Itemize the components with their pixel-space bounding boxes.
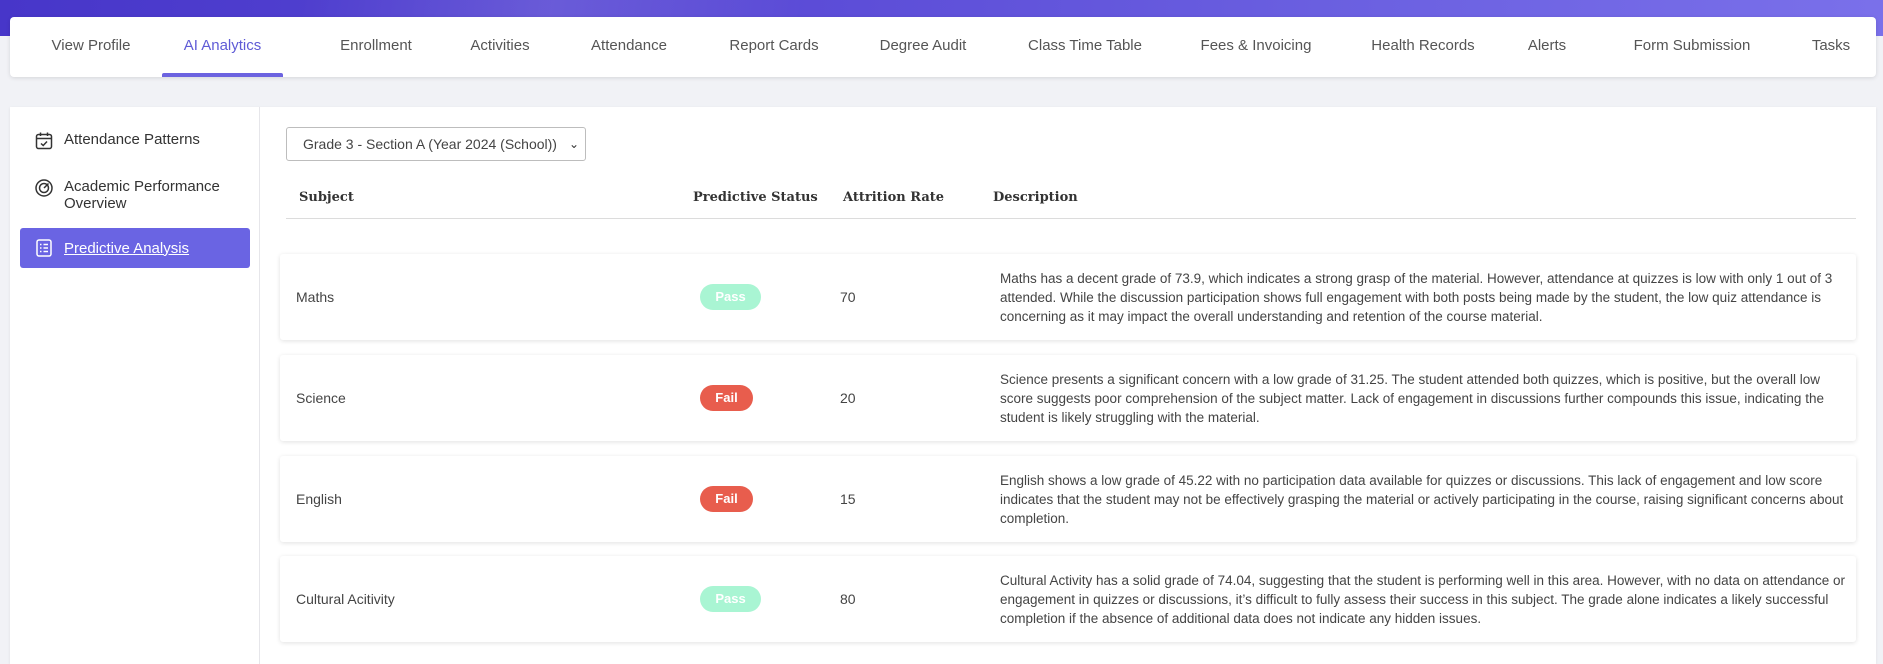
cell-description: Science presents a significant concern w…	[1000, 372, 1824, 425]
status-badge: Pass	[700, 586, 761, 612]
cell-attrition-rate: 20	[840, 390, 856, 406]
status-badge: Pass	[700, 284, 761, 310]
table-row: Maths Pass 70 Maths has a decent grade o…	[280, 254, 1856, 340]
header-predictive-status: Predictive Status	[693, 190, 818, 205]
status-badge: Fail	[700, 385, 753, 411]
top-tab-bar: View Profile AI Analytics Enrollment Act…	[10, 17, 1876, 77]
tab-tasks[interactable]: Tasks	[1804, 17, 1858, 77]
tab-degree-audit[interactable]: Degree Audit	[865, 17, 981, 77]
table-row: Cultural Acitivity Pass 80 Cultural Acti…	[280, 556, 1856, 642]
tab-class-time-table[interactable]: Class Time Table	[1016, 17, 1154, 77]
cell-subject: Science	[296, 390, 346, 406]
sidebar-item-label: Attendance Patterns	[64, 131, 200, 148]
table-header: Subject Predictive Status Attrition Rate…	[286, 187, 1856, 219]
header-subject: Subject	[299, 190, 354, 205]
sidebar-item-predictive-analysis[interactable]: Predictive Analysis	[20, 228, 250, 268]
tab-enrollment[interactable]: Enrollment	[324, 17, 428, 77]
cell-subject: Maths	[296, 289, 335, 305]
tab-fees-invoicing[interactable]: Fees & Invoicing	[1188, 17, 1324, 77]
sidebar-item-attendance-patterns[interactable]: Attendance Patterns	[20, 131, 250, 151]
cell-subject: English	[296, 491, 342, 507]
header-description: Description	[993, 190, 1078, 205]
list-icon	[34, 238, 54, 258]
class-select[interactable]: Grade 3 - Section A (Year 2024 (School))…	[286, 127, 586, 161]
cell-attrition-rate: 80	[840, 591, 856, 607]
header-attrition-rate: Attrition Rate	[843, 190, 945, 205]
table-row: English Fail 15 English shows a low grad…	[280, 456, 1856, 542]
calendar-check-icon	[34, 131, 54, 151]
cell-description: Maths has a decent grade of 73.9, which …	[1000, 271, 1833, 324]
tab-alerts[interactable]: Alerts	[1519, 17, 1575, 77]
tab-attendance[interactable]: Attendance	[582, 17, 676, 77]
cell-description: Cultural Activity has a solid grade of 7…	[1000, 573, 1845, 626]
gauge-icon	[34, 178, 54, 198]
tab-health-records[interactable]: Health Records	[1359, 17, 1487, 77]
cell-description: English shows a low grade of 45.22 with …	[1000, 473, 1844, 526]
cell-subject: Cultural Acitivity	[296, 591, 395, 607]
chevron-down-icon: ⌄	[568, 137, 579, 151]
sidebar-item-academic-performance[interactable]: Academic Performance Overview	[20, 178, 250, 212]
sidebar: Attendance Patterns Academic Performance…	[10, 107, 260, 664]
table-row: Science Fail 20 Science presents a signi…	[280, 355, 1856, 441]
tab-ai-analytics[interactable]: AI Analytics	[162, 17, 283, 77]
tab-view-profile[interactable]: View Profile	[43, 17, 139, 77]
sidebar-item-label: Academic Performance Overview	[64, 178, 220, 212]
tab-activities[interactable]: Activities	[460, 17, 540, 77]
sidebar-item-label: Predictive Analysis	[64, 239, 190, 257]
class-select-value: Grade 3 - Section A (Year 2024 (School))	[303, 136, 557, 152]
cell-attrition-rate: 15	[840, 491, 856, 507]
status-badge: Fail	[700, 486, 753, 512]
tab-report-cards[interactable]: Report Cards	[716, 17, 832, 77]
content-panel: Attendance Patterns Academic Performance…	[10, 107, 1876, 664]
tab-form-submission[interactable]: Form Submission	[1624, 17, 1760, 77]
cell-attrition-rate: 70	[840, 289, 856, 305]
